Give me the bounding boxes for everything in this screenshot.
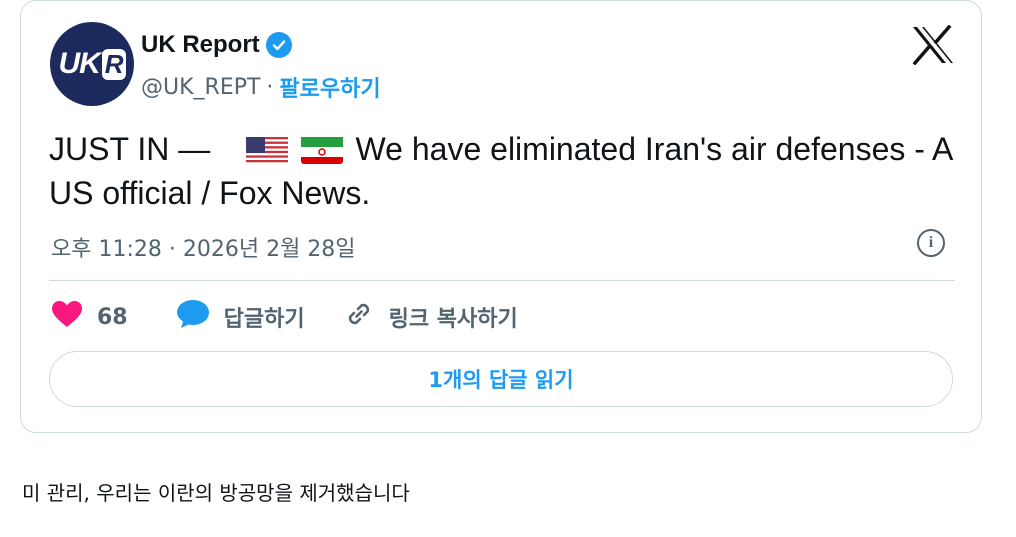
us-flag-icon xyxy=(245,134,288,164)
verified-badge-icon xyxy=(265,32,292,58)
reply-label: 답글하기 xyxy=(223,307,305,332)
heart-icon xyxy=(51,300,83,334)
avatar-logo-text: UK xyxy=(58,47,100,80)
reply-bubble-icon xyxy=(176,299,210,335)
tweet-prefix: JUST IN — xyxy=(49,131,211,167)
action-bar: 68 답글하기 링크 복사하기 xyxy=(51,297,566,337)
author-handle[interactable]: @UK_REPT xyxy=(141,75,260,100)
handle-separator: · xyxy=(266,74,274,100)
like-button[interactable]: 68 xyxy=(51,300,128,334)
author-avatar[interactable]: UK R xyxy=(50,22,134,106)
divider xyxy=(49,280,955,281)
iran-flag-icon xyxy=(300,134,343,164)
handle-row: @UK_REPT · 팔로우하기 xyxy=(141,71,381,103)
follow-link[interactable]: 팔로우하기 xyxy=(279,71,380,103)
read-replies-button[interactable]: 1개의 답글 읽기 xyxy=(49,351,953,407)
copy-link-label: 링크 복사하기 xyxy=(388,307,518,332)
copy-link-button[interactable]: 링크 복사하기 xyxy=(343,298,518,336)
x-logo-icon[interactable] xyxy=(911,24,955,66)
caption-text: 미 관리, 우리는 이란의 방공망을 제거했습니다 xyxy=(22,481,410,505)
tweet-card: UK R UK Report @UK_REPT · 팔로우하기 JUST IN — xyxy=(20,0,982,433)
reply-button[interactable]: 답글하기 xyxy=(176,299,305,335)
link-icon xyxy=(343,298,375,336)
tweet-timestamp[interactable]: 오후 11:28 · 2026년 2월 28일 xyxy=(51,231,356,263)
avatar-logo-r: R xyxy=(101,48,126,80)
info-icon[interactable]: i xyxy=(917,229,945,257)
author-name-row[interactable]: UK Report xyxy=(141,31,292,59)
tweet-text: JUST IN — We have eliminated Iran's air … xyxy=(49,127,959,215)
like-count: 68 xyxy=(97,304,128,330)
author-name[interactable]: UK Report xyxy=(141,31,260,59)
